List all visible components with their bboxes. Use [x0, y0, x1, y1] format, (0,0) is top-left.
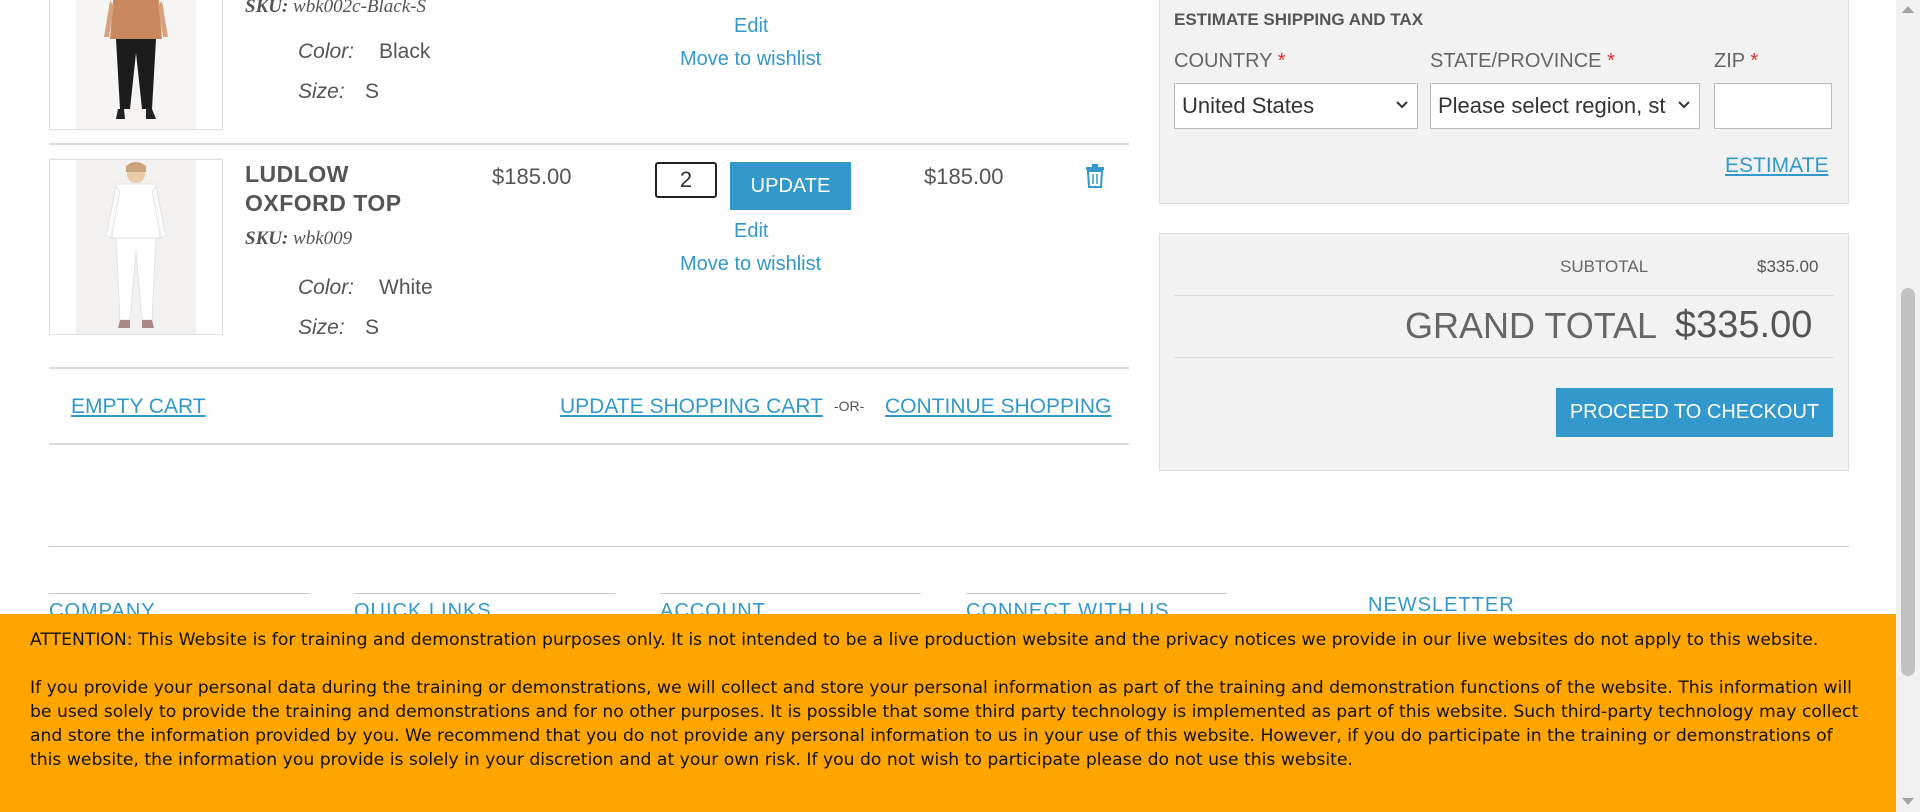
zip-input[interactable] — [1714, 83, 1832, 129]
product-photo-orange-top — [76, 0, 196, 129]
row-divider — [49, 367, 1129, 369]
footer-column-rule — [49, 593, 310, 594]
move-to-wishlist-link[interactable]: Move to wishlist — [680, 253, 821, 276]
grand-total-label: GRAND TOTAL — [1405, 305, 1658, 346]
country-select[interactable]: United States — [1174, 83, 1418, 129]
size-value: S — [365, 80, 380, 103]
update-shopping-cart-link[interactable]: UPDATE SHOPPING CART — [560, 395, 823, 419]
estimate-button[interactable]: ESTIMATE — [1725, 154, 1828, 178]
subtotal-label: SUBTOTAL — [1560, 257, 1649, 276]
chevron-down-icon — [1678, 101, 1690, 109]
edit-link[interactable]: Edit — [734, 220, 768, 243]
size-value: S — [365, 316, 380, 339]
footer-column-rule — [354, 593, 615, 594]
size-label: Size: — [298, 316, 345, 339]
or-separator: -OR- — [834, 398, 865, 414]
empty-cart-link[interactable]: EMPTY CART — [71, 395, 206, 419]
proceed-to-checkout-button[interactable]: PROCEED TO CHECKOUT — [1556, 388, 1833, 437]
state-select[interactable]: Please select region, st — [1430, 83, 1700, 129]
estimate-shipping-title: ESTIMATE SHIPPING AND TAX — [1174, 10, 1424, 29]
product-image[interactable] — [49, 0, 223, 130]
state-select-value: Please select region, st — [1438, 93, 1666, 118]
trash-icon[interactable] — [1085, 164, 1105, 188]
quantity-input[interactable] — [655, 162, 717, 198]
product-sku: SKU: wbk009 — [245, 228, 353, 249]
totals-divider — [1174, 295, 1834, 296]
product-image[interactable] — [49, 159, 223, 335]
scrollbar-thumb[interactable] — [1901, 288, 1915, 676]
footer-column-rule — [660, 593, 921, 594]
row-divider — [49, 143, 1129, 145]
size-label: Size: — [298, 80, 345, 103]
country-select-value: United States — [1182, 93, 1315, 118]
color-value: Black — [379, 40, 431, 63]
footer-column-rule — [966, 593, 1227, 594]
country-label: COUNTRY * — [1174, 50, 1286, 72]
footer-divider — [49, 546, 1849, 547]
product-photo-white-shirt — [76, 160, 196, 334]
grand-total-value: $335.00 — [1675, 304, 1813, 346]
item-price: $185.00 — [492, 164, 572, 189]
product-name[interactable]: LUDLOW OXFORD TOP — [245, 160, 402, 218]
color-value: White — [379, 276, 433, 299]
continue-shopping-link[interactable]: CONTINUE SHOPPING — [885, 395, 1111, 419]
notice-paragraph: If you provide your personal data during… — [30, 678, 1859, 770]
scroll-down-arrow-icon[interactable] — [1902, 798, 1914, 805]
subtotal-value: $335.00 — [1757, 257, 1819, 276]
notice-paragraph: ATTENTION: This Website is for training … — [30, 630, 1819, 650]
update-button[interactable]: UPDATE — [730, 162, 851, 210]
color-label: Color: — [298, 40, 355, 63]
chevron-down-icon — [1396, 101, 1408, 109]
demo-notice-banner: ATTENTION: This Website is for training … — [0, 614, 1896, 812]
color-label: Color: — [298, 276, 355, 299]
totals-divider — [1174, 357, 1834, 358]
state-label: STATE/PROVINCE * — [1430, 50, 1615, 72]
product-sku: SKU: wbk002c-Black-S — [245, 0, 426, 17]
scroll-up-arrow-icon[interactable] — [1902, 6, 1914, 13]
item-subtotal: $185.00 — [924, 164, 1004, 189]
row-divider — [49, 443, 1129, 445]
move-to-wishlist-link[interactable]: Move to wishlist — [680, 48, 821, 71]
zip-label: ZIP * — [1714, 50, 1759, 72]
edit-link[interactable]: Edit — [734, 15, 768, 38]
